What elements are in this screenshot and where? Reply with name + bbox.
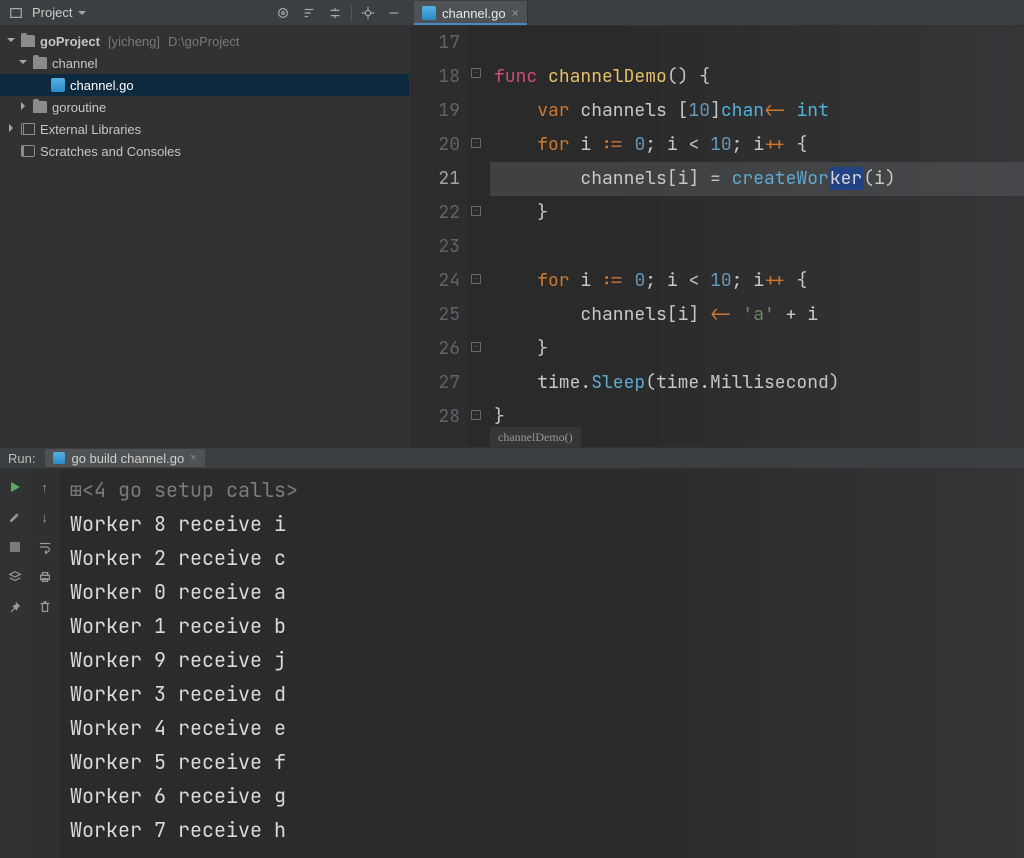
- go-file-icon: [51, 78, 65, 92]
- line-number: 27: [410, 366, 460, 400]
- console-line: Worker 1 receive b: [70, 609, 1014, 643]
- editor-tab-strip: channel.go ×: [410, 0, 1024, 26]
- soft-wrap-icon[interactable]: [37, 539, 53, 555]
- fold-marker-icon[interactable]: −: [471, 342, 481, 352]
- chevron-down-icon[interactable]: [18, 58, 28, 69]
- run-panel: ↑ ↓ ⊞<4 go setup calls>Worker 8 receive …: [0, 469, 1024, 858]
- line-number: 22: [410, 196, 460, 230]
- code-line[interactable]: [490, 230, 1024, 264]
- fold-marker-icon[interactable]: −: [471, 410, 481, 420]
- console-line: Worker 3 receive d: [70, 677, 1014, 711]
- target-icon[interactable]: [273, 3, 293, 23]
- code-line[interactable]: func channelDemo() {: [490, 60, 1024, 94]
- console-line: Worker 5 receive f: [70, 745, 1014, 779]
- line-number: 20: [410, 128, 460, 162]
- tree-root[interactable]: goProject [yicheng] D:\goProject: [0, 30, 409, 52]
- line-number: 23: [410, 230, 460, 264]
- minimize-icon[interactable]: [384, 3, 404, 23]
- pin-icon[interactable]: [7, 599, 23, 615]
- console-line: Worker 6 receive g: [70, 779, 1014, 813]
- code-line[interactable]: channels[i] = createWorker(i): [490, 162, 1024, 196]
- go-file-icon: [53, 452, 65, 464]
- code-line[interactable]: for i := 0; i < 10; i++ {: [490, 128, 1024, 162]
- fold-gutter[interactable]: − − − − − −: [468, 26, 490, 447]
- chevron-right-icon[interactable]: [6, 124, 16, 135]
- code-area[interactable]: func channelDemo() { var channels [10]ch…: [490, 26, 1024, 447]
- fold-marker-icon[interactable]: −: [471, 138, 481, 148]
- run-tab-label: go build channel.go: [71, 451, 184, 466]
- code-editor[interactable]: 171819202122232425262728 − − − − − − fun…: [410, 26, 1024, 447]
- play-icon[interactable]: [7, 479, 23, 495]
- chevron-down-icon[interactable]: [6, 36, 16, 47]
- wrench-icon[interactable]: [7, 509, 23, 525]
- line-number: 24: [410, 264, 460, 298]
- chevron-right-icon[interactable]: [18, 102, 28, 113]
- console-line: Worker 0 receive a: [70, 575, 1014, 609]
- project-panel-header: Project: [0, 0, 410, 26]
- tree-item-goroutine[interactable]: goroutine: [0, 96, 409, 118]
- expand-all-icon[interactable]: [325, 3, 345, 23]
- code-line[interactable]: var channels [10]chan<- int: [490, 94, 1024, 128]
- divider: [351, 5, 352, 21]
- console-line: Worker 2 receive c: [70, 541, 1014, 575]
- line-number-gutter: 171819202122232425262728: [410, 26, 468, 447]
- gear-icon[interactable]: [358, 3, 378, 23]
- line-number: 21: [410, 162, 460, 196]
- folder-icon: [33, 57, 47, 69]
- trash-icon[interactable]: [37, 599, 53, 615]
- fold-marker-icon[interactable]: −: [471, 274, 481, 284]
- console-line: Worker 8 receive i: [70, 507, 1014, 541]
- console-line: Worker 7 receive h: [70, 813, 1014, 847]
- scratch-icon: [21, 145, 35, 157]
- down-arrow-icon[interactable]: ↓: [37, 509, 53, 525]
- project-panel-title[interactable]: Project: [32, 5, 72, 20]
- code-line[interactable]: [490, 26, 1024, 60]
- console-line: ⊞<4 go setup calls>: [70, 473, 1014, 507]
- code-line[interactable]: }: [490, 332, 1024, 366]
- run-toolbar-right: ↑ ↓: [30, 469, 60, 858]
- line-number: 28: [410, 400, 460, 434]
- line-number: 26: [410, 332, 460, 366]
- print-icon[interactable]: [37, 569, 53, 585]
- project-tree[interactable]: goProject [yicheng] D:\goProject channel…: [0, 26, 410, 447]
- library-icon: [21, 123, 35, 135]
- folder-icon: [21, 35, 35, 47]
- run-toolbar-left: [0, 469, 30, 858]
- line-number: 18: [410, 60, 460, 94]
- console-output[interactable]: ⊞<4 go setup calls>Worker 8 receive iWor…: [60, 469, 1024, 858]
- sort-icon[interactable]: [299, 3, 319, 23]
- tree-item-external-libraries[interactable]: External Libraries: [0, 118, 409, 140]
- fold-marker-icon[interactable]: −: [471, 68, 481, 78]
- run-panel-title: Run:: [8, 451, 35, 466]
- code-line[interactable]: }: [490, 196, 1024, 230]
- layers-icon[interactable]: [7, 569, 23, 585]
- folder-icon: [33, 101, 47, 113]
- project-view-icon[interactable]: [6, 3, 26, 23]
- close-icon[interactable]: ×: [190, 452, 196, 464]
- console-line: Worker 4 receive e: [70, 711, 1014, 745]
- tab-label: channel.go: [442, 6, 506, 21]
- go-file-icon: [422, 6, 436, 20]
- run-panel-header: Run: go build channel.go ×: [0, 447, 1024, 469]
- close-icon[interactable]: ×: [512, 6, 519, 20]
- chevron-down-icon[interactable]: [78, 5, 86, 20]
- tree-item-channel-go[interactable]: channel.go: [0, 74, 409, 96]
- line-number: 17: [410, 26, 460, 60]
- line-number: 19: [410, 94, 460, 128]
- tree-item-channel[interactable]: channel: [0, 52, 409, 74]
- run-tab[interactable]: go build channel.go ×: [45, 449, 204, 467]
- code-line[interactable]: channels[i] <- 'a' + i: [490, 298, 1024, 332]
- fold-marker-icon[interactable]: −: [471, 206, 481, 216]
- tab-channel-go[interactable]: channel.go ×: [414, 1, 528, 25]
- code-line[interactable]: for i := 0; i < 10; i++ {: [490, 264, 1024, 298]
- code-line[interactable]: time.Sleep(time.Millisecond): [490, 366, 1024, 400]
- console-line: Worker 9 receive j: [70, 643, 1014, 677]
- tree-item-scratches[interactable]: Scratches and Consoles: [0, 140, 409, 162]
- line-number: 25: [410, 298, 460, 332]
- breadcrumb[interactable]: channelDemo(): [490, 427, 581, 447]
- stop-icon[interactable]: [7, 539, 23, 555]
- up-arrow-icon[interactable]: ↑: [37, 479, 53, 495]
